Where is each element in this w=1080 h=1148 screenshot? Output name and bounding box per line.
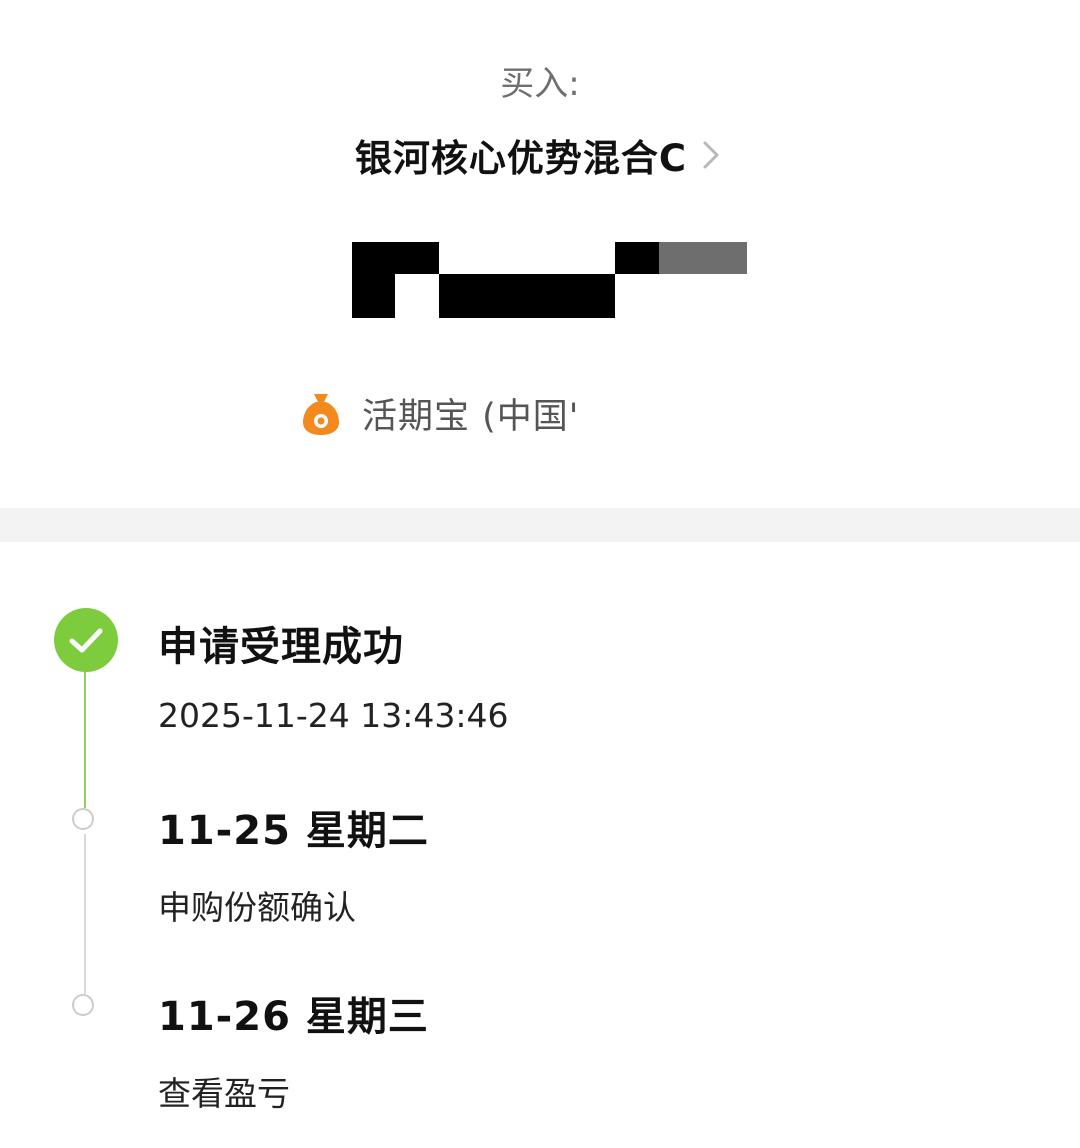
progress-timeline: 申请受理成功 2025-11-24 13:43:46 11-25 星期二 申购份… xyxy=(0,542,1080,1148)
fund-name: 银河核心优势混合C xyxy=(354,137,688,180)
step-3-pending-dot xyxy=(72,994,94,1016)
redacted-amount xyxy=(352,242,747,318)
step-3-description: 查看盈亏 xyxy=(158,1074,290,1113)
step-2-description: 申购份额确认 xyxy=(158,888,356,927)
order-summary: 买入: 银河核心优势混合C 活期宝 (中国' xyxy=(0,0,1080,508)
fund-name-link[interactable]: 银河核心优势混合C xyxy=(0,128,1080,182)
money-bag-icon xyxy=(302,390,340,436)
payment-method-text: 活期宝 (中国' xyxy=(362,396,580,437)
step-1-title: 申请受理成功 xyxy=(158,624,404,670)
step-2-pending-dot xyxy=(72,808,94,830)
check-circle-icon xyxy=(54,608,118,672)
step-1-timestamp: 2025-11-24 13:43:46 xyxy=(158,696,509,735)
payment-method: 活期宝 (中国' xyxy=(302,388,579,438)
section-divider xyxy=(0,508,1080,542)
timeline-connector-done xyxy=(84,670,86,808)
chevron-right-icon xyxy=(697,137,725,173)
step-3-title: 11-26 星期三 xyxy=(158,994,429,1040)
buy-label: 买入: xyxy=(500,64,580,104)
timeline-connector-pending xyxy=(84,834,86,994)
step-2-title: 11-25 星期二 xyxy=(158,808,429,854)
